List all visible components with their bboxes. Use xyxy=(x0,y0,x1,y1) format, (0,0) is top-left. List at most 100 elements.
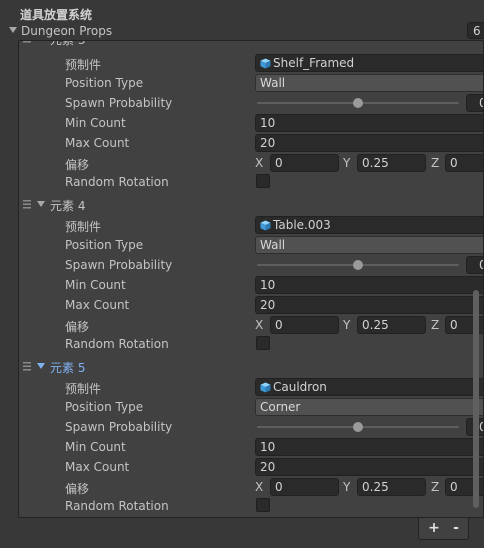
add-element-button[interactable]: + xyxy=(424,519,444,537)
offset-label: 偏移 xyxy=(65,158,90,172)
position-type-row: Position Type Corner xyxy=(65,398,483,416)
min-count-field[interactable]: 10 xyxy=(255,114,483,132)
foldout-triangle-icon[interactable] xyxy=(36,199,46,209)
offset-x-label: X xyxy=(255,318,264,332)
offset-y-field[interactable]: 0.25 xyxy=(357,478,426,496)
remove-element-button[interactable]: - xyxy=(446,519,466,537)
element-title: 元素 5 xyxy=(50,361,86,375)
position-type-dropdown[interactable]: Wall xyxy=(255,74,483,92)
element-header-3[interactable]: 元素 3 xyxy=(19,40,459,47)
random-rotation-row: Random Rotation xyxy=(65,497,475,515)
position-type-row: Position Type Wall xyxy=(65,236,483,254)
element-header-5[interactable]: 元素 5 xyxy=(19,357,459,375)
random-rotation-checkbox[interactable] xyxy=(256,174,270,188)
offset-x-label: X xyxy=(255,480,264,494)
offset-y-label: Y xyxy=(343,480,351,494)
prefab-object-field[interactable]: Cauldron xyxy=(255,378,483,396)
random-rotation-row: Random Rotation xyxy=(65,335,475,353)
list-count-field[interactable]: 6 xyxy=(467,22,484,39)
section-title: 道具放置系统 xyxy=(20,8,93,22)
max-count-label: Max Count xyxy=(65,460,130,474)
offset-row: 偏移 X 0 Y 0.25 Z 0 xyxy=(65,154,483,172)
offset-x-field[interactable]: 0 xyxy=(270,154,339,172)
spawn-probability-row: Spawn Probability 0.5 xyxy=(65,94,483,112)
drag-handle-icon[interactable] xyxy=(23,199,31,209)
foldout-triangle-icon[interactable] xyxy=(36,40,46,43)
offset-label: 偏移 xyxy=(65,320,90,334)
spawn-probability-label: Spawn Probability xyxy=(65,258,173,272)
position-type-dropdown[interactable]: Corner xyxy=(255,398,483,416)
max-count-field[interactable]: 20 xyxy=(255,458,483,476)
offset-z-label: Z xyxy=(431,318,440,332)
element-header-4[interactable]: 元素 4 xyxy=(19,195,459,213)
min-count-field[interactable]: 10 xyxy=(255,276,483,294)
scrollbar-thumb[interactable] xyxy=(473,290,479,508)
foldout-triangle-icon[interactable] xyxy=(8,25,18,35)
max-count-field[interactable]: 20 xyxy=(255,296,483,314)
offset-y-label: Y xyxy=(343,156,351,170)
list-scrollbar[interactable] xyxy=(473,44,479,514)
foldout-triangle-icon[interactable] xyxy=(36,361,46,371)
offset-x-field[interactable]: 0 xyxy=(270,478,339,496)
element-title: 元素 4 xyxy=(50,199,86,213)
min-count-label: Min Count xyxy=(65,440,126,454)
max-count-field[interactable]: 20 xyxy=(255,134,483,152)
slider-thumb[interactable] xyxy=(353,422,363,432)
offset-y-label: Y xyxy=(343,318,351,332)
offset-x-label: X xyxy=(255,156,264,170)
spawn-probability-label: Spawn Probability xyxy=(65,96,173,110)
min-count-label: Min Count xyxy=(65,116,126,130)
drag-handle-icon[interactable] xyxy=(23,361,31,371)
min-count-field[interactable]: 10 xyxy=(255,438,483,456)
offset-row: 偏移 X 0 Y 0.25 Z 0 xyxy=(65,316,483,334)
prefab-row: 预制件 Shelf_Framed xyxy=(65,54,483,72)
prefab-object-field[interactable]: Table.003 xyxy=(255,216,483,234)
prefab-cube-icon xyxy=(260,220,271,231)
offset-row: 偏移 X 0 Y 0.25 Z 0 xyxy=(65,478,483,496)
list-header[interactable]: Dungeon Props xyxy=(0,22,484,40)
prefab-label: 预制件 xyxy=(65,58,102,72)
max-count-row: Max Count 20 xyxy=(65,296,483,314)
max-count-row: Max Count 20 xyxy=(65,134,483,152)
prefab-row: 预制件 Cauldron xyxy=(65,378,483,396)
position-type-value: Corner xyxy=(260,400,301,414)
prefab-value: Cauldron xyxy=(273,380,327,394)
offset-x-field[interactable]: 0 xyxy=(270,316,339,334)
position-type-label: Position Type xyxy=(65,76,144,90)
max-count-label: Max Count xyxy=(65,136,130,150)
prefab-value: Shelf_Framed xyxy=(273,56,355,70)
offset-z-label: Z xyxy=(431,480,440,494)
prefab-object-field[interactable]: Shelf_Framed xyxy=(255,54,483,72)
spawn-probability-row: Spawn Probability 0.5 xyxy=(65,256,483,274)
list-container: 元素 3 预制件 Shelf_Framed Position Type Wall xyxy=(18,40,484,518)
position-type-value: Wall xyxy=(260,238,286,252)
offset-label: 偏移 xyxy=(65,482,90,496)
slider-thumb[interactable] xyxy=(353,98,363,108)
random-rotation-row: Random Rotation xyxy=(65,173,475,191)
offset-y-field[interactable]: 0.25 xyxy=(357,316,426,334)
position-type-value: Wall xyxy=(260,76,286,90)
min-count-row: Min Count 10 xyxy=(65,438,483,456)
prefab-cube-icon xyxy=(260,382,271,393)
offset-z-label: Z xyxy=(431,156,440,170)
prefab-row: 预制件 Table.003 xyxy=(65,216,483,234)
position-type-label: Position Type xyxy=(65,400,144,414)
random-rotation-checkbox[interactable] xyxy=(256,336,270,350)
element-title: 元素 3 xyxy=(50,40,86,47)
offset-y-field[interactable]: 0.25 xyxy=(357,154,426,172)
list-footer: + - xyxy=(418,518,469,540)
list-label: Dungeon Props xyxy=(21,24,113,38)
random-rotation-label: Random Rotation xyxy=(65,337,169,351)
prefab-label: 预制件 xyxy=(65,382,102,396)
max-count-row: Max Count 20 xyxy=(65,458,483,476)
slider-thumb[interactable] xyxy=(353,260,363,270)
prefab-cube-icon xyxy=(260,58,271,69)
random-rotation-checkbox[interactable] xyxy=(256,498,270,512)
drag-handle-icon[interactable] xyxy=(23,40,31,43)
position-type-dropdown[interactable]: Wall xyxy=(255,236,483,254)
min-count-label: Min Count xyxy=(65,278,126,292)
random-rotation-label: Random Rotation xyxy=(65,175,169,189)
random-rotation-label: Random Rotation xyxy=(65,499,169,513)
min-count-row: Min Count 10 xyxy=(65,114,483,132)
position-type-row: Position Type Wall xyxy=(65,74,483,92)
